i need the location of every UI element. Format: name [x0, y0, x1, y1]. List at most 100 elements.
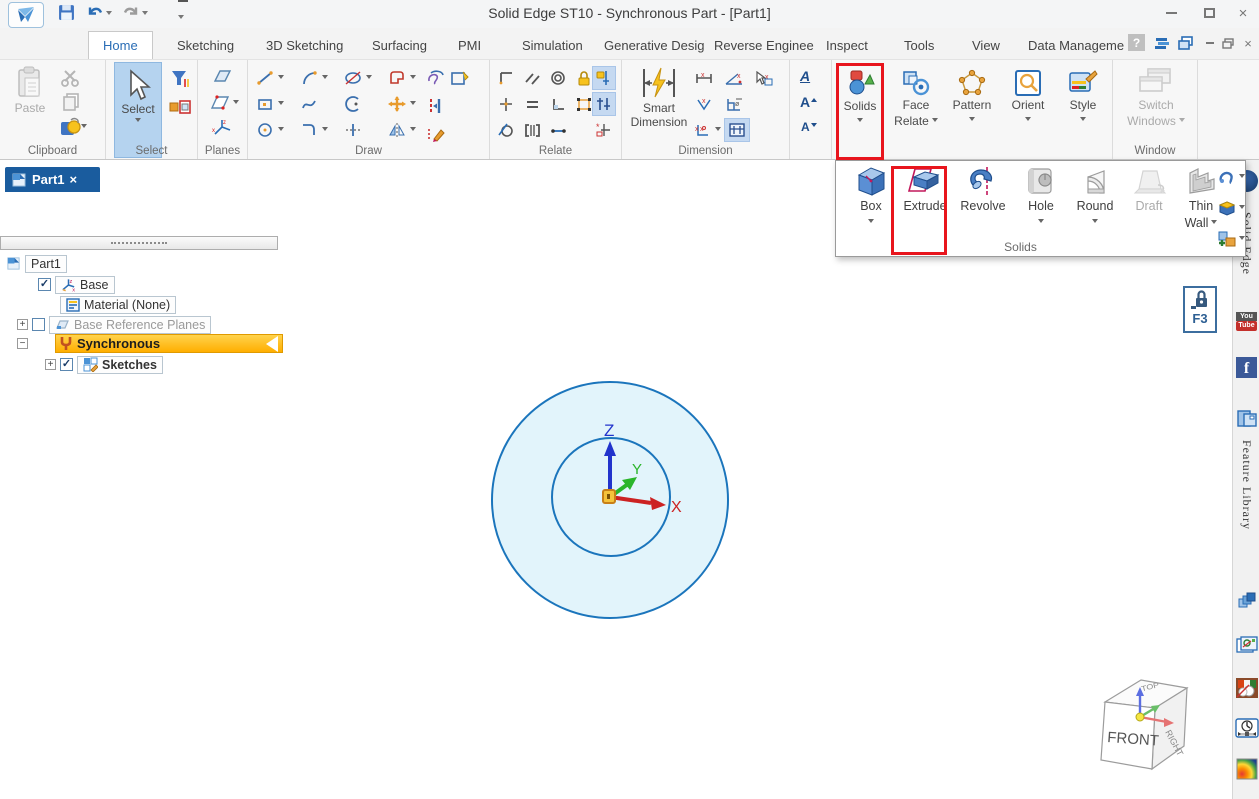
sidebar-tab-rendering[interactable] [1233, 676, 1259, 700]
select-caret[interactable] [135, 118, 141, 125]
cascade-windows-button[interactable] [1176, 34, 1196, 52]
tab-view[interactable]: View [958, 31, 1014, 59]
orient-button[interactable]: Orient [1002, 62, 1054, 158]
ellipse-tool[interactable] [344, 66, 388, 90]
selection-filter-button[interactable] [168, 68, 192, 90]
coordinate-dimension-tool[interactable]: xx [694, 118, 724, 142]
restore-document-button[interactable] [1218, 34, 1238, 52]
face-relate-caret[interactable] [932, 118, 938, 125]
tab-simulation[interactable]: Simulation [508, 31, 597, 59]
ellipse-caret[interactable] [366, 75, 372, 82]
subtract-command[interactable] [1218, 196, 1245, 220]
coincident-plane-button[interactable] [211, 68, 233, 86]
tab-reverse-engineering[interactable]: Reverse Enginee [700, 31, 828, 59]
hole-caret[interactable] [1038, 219, 1044, 226]
sketch-edit-tool[interactable] [426, 122, 470, 146]
move-caret[interactable] [410, 101, 416, 108]
dimension-between-toggle[interactable] [724, 118, 750, 142]
help-button[interactable]: ? [1128, 34, 1145, 51]
planes-caret[interactable] [233, 100, 239, 107]
increase-text-button[interactable]: A [800, 94, 817, 110]
style-caret[interactable] [1080, 117, 1086, 124]
sidebar-tab-facebook[interactable]: f [1233, 357, 1259, 378]
offset-tool[interactable] [426, 94, 470, 118]
text-style-button[interactable]: A [800, 68, 810, 84]
tab-inspect[interactable]: Inspect [812, 31, 882, 59]
angle-between-tool[interactable]: x [724, 66, 754, 90]
round-caret[interactable] [1092, 219, 1098, 226]
circle-caret[interactable] [278, 127, 284, 134]
angle-tool[interactable]: x [694, 92, 724, 116]
tab-pmi[interactable]: PMI [444, 31, 495, 59]
feature-library-label[interactable]: Feature Library [1233, 440, 1259, 530]
line-tool[interactable] [256, 66, 300, 90]
relationship-handles-toggle[interactable] [592, 92, 616, 116]
switch-windows-button[interactable]: Switch Windows [1123, 62, 1189, 158]
coordinate-dim-caret[interactable] [715, 127, 721, 134]
concentric-relation[interactable] [550, 66, 576, 90]
distance-between-tool[interactable]: x [694, 66, 724, 90]
plane-lock-indicator[interactable]: F3 [1183, 286, 1217, 333]
draft-command[interactable]: Draft [1122, 165, 1176, 241]
parallel-relation[interactable] [524, 66, 550, 90]
cut-button[interactable] [60, 68, 82, 88]
dimension-style-tool[interactable]: ø [724, 92, 754, 116]
face-relate-button[interactable]: Face Relate [890, 62, 942, 158]
line-caret[interactable] [278, 75, 284, 82]
paste-special-button[interactable] [56, 116, 90, 138]
equal-relation[interactable] [524, 92, 550, 116]
minimize-document-button[interactable] [1200, 34, 1220, 52]
hole-command[interactable]: Hole [1014, 165, 1068, 241]
tab-surfacing[interactable]: Surfacing [358, 31, 441, 59]
select-box-button[interactable] [168, 96, 192, 118]
paste-special-caret[interactable] [81, 124, 87, 131]
copy-button[interactable] [60, 92, 82, 112]
fillet-caret[interactable] [322, 127, 328, 134]
sidebar-tab-simulation-results[interactable] [1233, 758, 1259, 780]
more-planes-button[interactable] [209, 94, 239, 112]
orient-caret[interactable] [1025, 117, 1031, 124]
solids-caret[interactable] [857, 118, 863, 125]
tab-sketching[interactable]: Sketching [163, 31, 248, 59]
thin-wall-caret[interactable] [1211, 220, 1217, 227]
sidebar-tab-layers[interactable] [1233, 590, 1259, 612]
dimension-select-tool[interactable]: x [754, 66, 784, 90]
helix-curve-tool[interactable] [426, 66, 470, 90]
perpendicular-relation[interactable] [498, 66, 524, 90]
mirror-caret[interactable] [410, 127, 416, 134]
maintain-relationships-toggle[interactable] [592, 66, 616, 90]
add-body-caret[interactable] [1239, 236, 1245, 243]
midpoint-relation[interactable] [498, 92, 524, 116]
arc-caret[interactable] [322, 75, 328, 82]
pattern-button[interactable]: Pattern [946, 62, 998, 158]
close-button[interactable]: × [1228, 0, 1258, 26]
tab-home[interactable]: Home [88, 31, 153, 59]
fillet-tool[interactable] [300, 118, 344, 142]
sidebar-tab-sketch-manager[interactable] [1233, 635, 1259, 655]
ribbon-display-button[interactable] [1152, 34, 1172, 52]
sidebar-tab-motion[interactable] [1233, 718, 1259, 738]
tab-data-management[interactable]: Data Manageme [1014, 31, 1138, 59]
round-command[interactable]: Round [1068, 165, 1122, 241]
arc-by-center-tool[interactable] [344, 92, 388, 116]
rectangle-caret[interactable] [278, 101, 284, 108]
pattern-caret[interactable] [969, 117, 975, 124]
trim-tool[interactable] [344, 118, 388, 142]
horizontal-vertical-relation[interactable] [550, 92, 576, 116]
subtract-caret[interactable] [1239, 205, 1245, 212]
helix-solid-command[interactable] [1218, 165, 1245, 189]
style-button[interactable]: Style [1058, 62, 1108, 158]
extrude-command[interactable]: Extrude [898, 165, 952, 241]
select-button[interactable]: Select [114, 62, 162, 158]
relationship-assistant[interactable]: * [592, 118, 616, 142]
box-command[interactable]: Box [844, 165, 898, 241]
tab-tools[interactable]: Tools [890, 31, 948, 59]
sidebar-tab-youtube[interactable]: You Tube [1233, 312, 1259, 332]
solids-button[interactable]: Solids [838, 62, 882, 158]
decrease-text-button[interactable]: A [801, 120, 817, 134]
close-document-button[interactable]: × [1238, 34, 1258, 52]
curve-tool[interactable] [300, 92, 344, 116]
sidebar-tab-feature-library[interactable] [1233, 408, 1259, 430]
maximize-button[interactable] [1190, 0, 1228, 26]
minimize-button[interactable] [1152, 0, 1190, 26]
